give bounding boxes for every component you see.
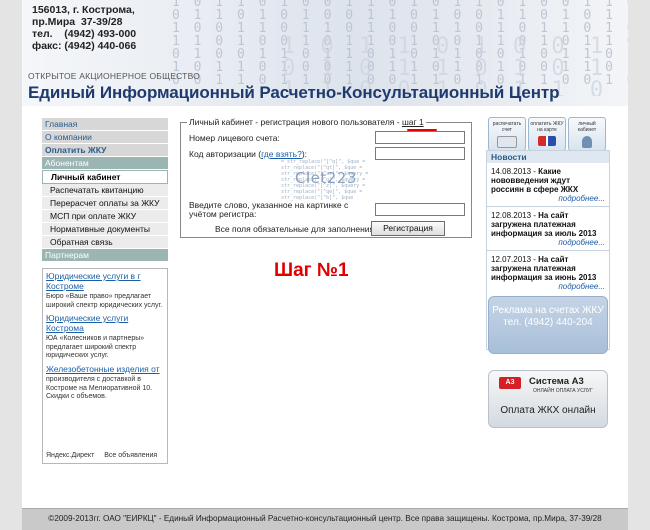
address-line: 156013, г. Кострома, (32, 4, 135, 16)
address-line: пр.Мира 37-39/28 (32, 16, 123, 28)
news-date: 14.08.2013 (491, 167, 532, 176)
site-footer: ©2009-2013гг. ОАО "ЕИРКЦ" - Единый Инфор… (22, 508, 628, 530)
news-more-link[interactable]: подробнее... (487, 194, 609, 203)
printer-icon (497, 136, 517, 148)
service-icon-label: личный кабинет (577, 121, 597, 133)
auth-code-label: Код авторизации (где взять?): (189, 149, 307, 159)
news-item[interactable]: 12.07.2013 - На сайт загружена платежная… (487, 251, 609, 282)
ad-text: Бюро «Ваше право» предлагает широкий спе… (46, 293, 163, 309)
fax-line: факс: (4942) 440-066 (32, 40, 137, 52)
site-header: 1 0 1 1 0 1 0 0 1 1 0 1 0 1 1 0 1 0 0 1 … (22, 0, 628, 106)
org-type: ОТКРЫТОЕ АКЦИОНЕРНОЕ ОБЩЕСТВО (28, 71, 200, 81)
service-icons: распечатать счет оплатить ЖКУ на карте л… (488, 117, 606, 151)
nav-item-msp[interactable]: МСП при оплате ЖКУ (42, 210, 168, 223)
nav-partners[interactable]: Партнерам (42, 249, 168, 262)
nav-main[interactable]: Главная (42, 118, 168, 131)
a3-pay-label: Оплата ЖКХ онлайн (500, 405, 596, 416)
ad-link[interactable]: Юридические услуги Кострома (46, 313, 164, 333)
news-more-link[interactable]: подробнее... (487, 282, 609, 291)
captcha-label: Введите слово, указанное на картинке с у… (189, 200, 349, 219)
form-step: шаг 1 (401, 117, 424, 127)
yandex-direct-link[interactable]: Яндекс.Директ (46, 452, 94, 459)
auth-label-text: Код авторизации ( (189, 149, 262, 159)
ad-link[interactable]: Железобетонные изделия от (46, 364, 164, 375)
auth-help-link[interactable]: где взять? (261, 149, 302, 159)
credit-card-icon (538, 136, 556, 146)
service-icon-label: оплатить ЖКУ на карте (530, 121, 564, 133)
nav-subscribers[interactable]: Абонентам (42, 157, 168, 170)
print-bill-icon[interactable]: распечатать счет (488, 117, 526, 151)
a3-payment-banner[interactable]: A3 Система А3 ОНЛАЙН ОПЛАТА УСЛУГ Оплата… (488, 370, 608, 428)
nav-pay[interactable]: Оплатить ЖКУ (42, 144, 168, 157)
personal-cabinet-icon[interactable]: личный кабинет (568, 117, 606, 151)
nav-item-print-receipt[interactable]: Распечатать квитанцию (42, 184, 168, 197)
step-label: Шаг №1 (274, 260, 349, 281)
service-icon-label: распечатать счет (492, 121, 522, 133)
org-title: Единый Информационный Расчетно-Консульта… (28, 83, 560, 102)
a3-system-title: Система А3 (529, 376, 584, 387)
left-nav: Главная О компании Оплатить ЖКУ Абонента… (42, 118, 168, 262)
page: 1 0 1 1 0 1 0 0 1 1 0 1 0 1 1 0 1 0 0 1 … (22, 0, 628, 530)
register-button[interactable]: Регистрация (371, 221, 445, 236)
captcha-image: = str_replace("[^q]", $que = str_replace… (281, 159, 375, 201)
registration-form: Личный кабинет - регистрация нового поль… (180, 117, 472, 238)
ads-box: Юридические услуги в г Костроме Бюро «Ва… (42, 268, 168, 464)
news-date: 12.08.2013 (491, 211, 532, 220)
required-note: Все поля обязательные для заполнения (215, 224, 375, 234)
nav-item-feedback[interactable]: Обратная связь (42, 236, 168, 249)
news-item[interactable]: 14.08.2013 - Какие нововведения ждут рос… (487, 163, 609, 194)
ad-text: производителя с доставкой в Костроме на … (46, 376, 153, 400)
news-date: 12.07.2013 (491, 255, 532, 264)
nav-item-recalc[interactable]: Перерасчет оплаты за ЖКУ (42, 197, 168, 210)
captcha-word: Clet223 (295, 169, 357, 187)
company-address: 156013, г. Кострома, пр.Мира 37-39/28 те… (32, 4, 136, 52)
account-number-input[interactable] (375, 131, 465, 144)
a3-subtitle: ОНЛАЙН ОПЛАТА УСЛУГ (533, 388, 593, 394)
phone-line: тел. (4942) 493-000 (32, 28, 137, 40)
news-item[interactable]: 12.08.2013 - На сайт загружена платежная… (487, 207, 609, 238)
pay-card-icon[interactable]: оплатить ЖКУ на карте (528, 117, 566, 151)
auth-label-suffix: ): (301, 149, 308, 159)
ad-banner-phone: тел. (4942) 440-204 (503, 317, 593, 328)
news-header: Новости (487, 151, 609, 163)
advertising-banner[interactable]: Реклама на счетах ЖКУ тел. (4942) 440-20… (488, 296, 608, 354)
captcha-input[interactable] (375, 203, 465, 216)
ad-text: ЮА «Колесников и партнеры» предлагает ши… (46, 335, 145, 359)
a3-logo: A3 (499, 377, 521, 389)
ad-banner-title: Реклама на счетах ЖКУ (492, 305, 604, 316)
nav-item-documents[interactable]: Нормативные документы (42, 223, 168, 236)
auth-code-input[interactable] (375, 147, 465, 160)
nav-item-cabinet[interactable]: Личный кабинет (42, 170, 168, 184)
user-icon (582, 136, 592, 148)
account-label: Номер лицевого счета: (189, 133, 280, 143)
news-more-link[interactable]: подробнее... (487, 238, 609, 247)
form-title: Личный кабинет - регистрация нового поль… (187, 117, 426, 127)
ad-link[interactable]: Юридические услуги в г Костроме (46, 271, 164, 291)
all-ads-link[interactable]: Все объявления (104, 452, 157, 459)
ads-footer: Яндекс.Директ Все объявления (46, 452, 165, 459)
nav-about[interactable]: О компании (42, 131, 168, 144)
form-title-text: Личный кабинет - регистрация нового поль… (189, 117, 402, 127)
